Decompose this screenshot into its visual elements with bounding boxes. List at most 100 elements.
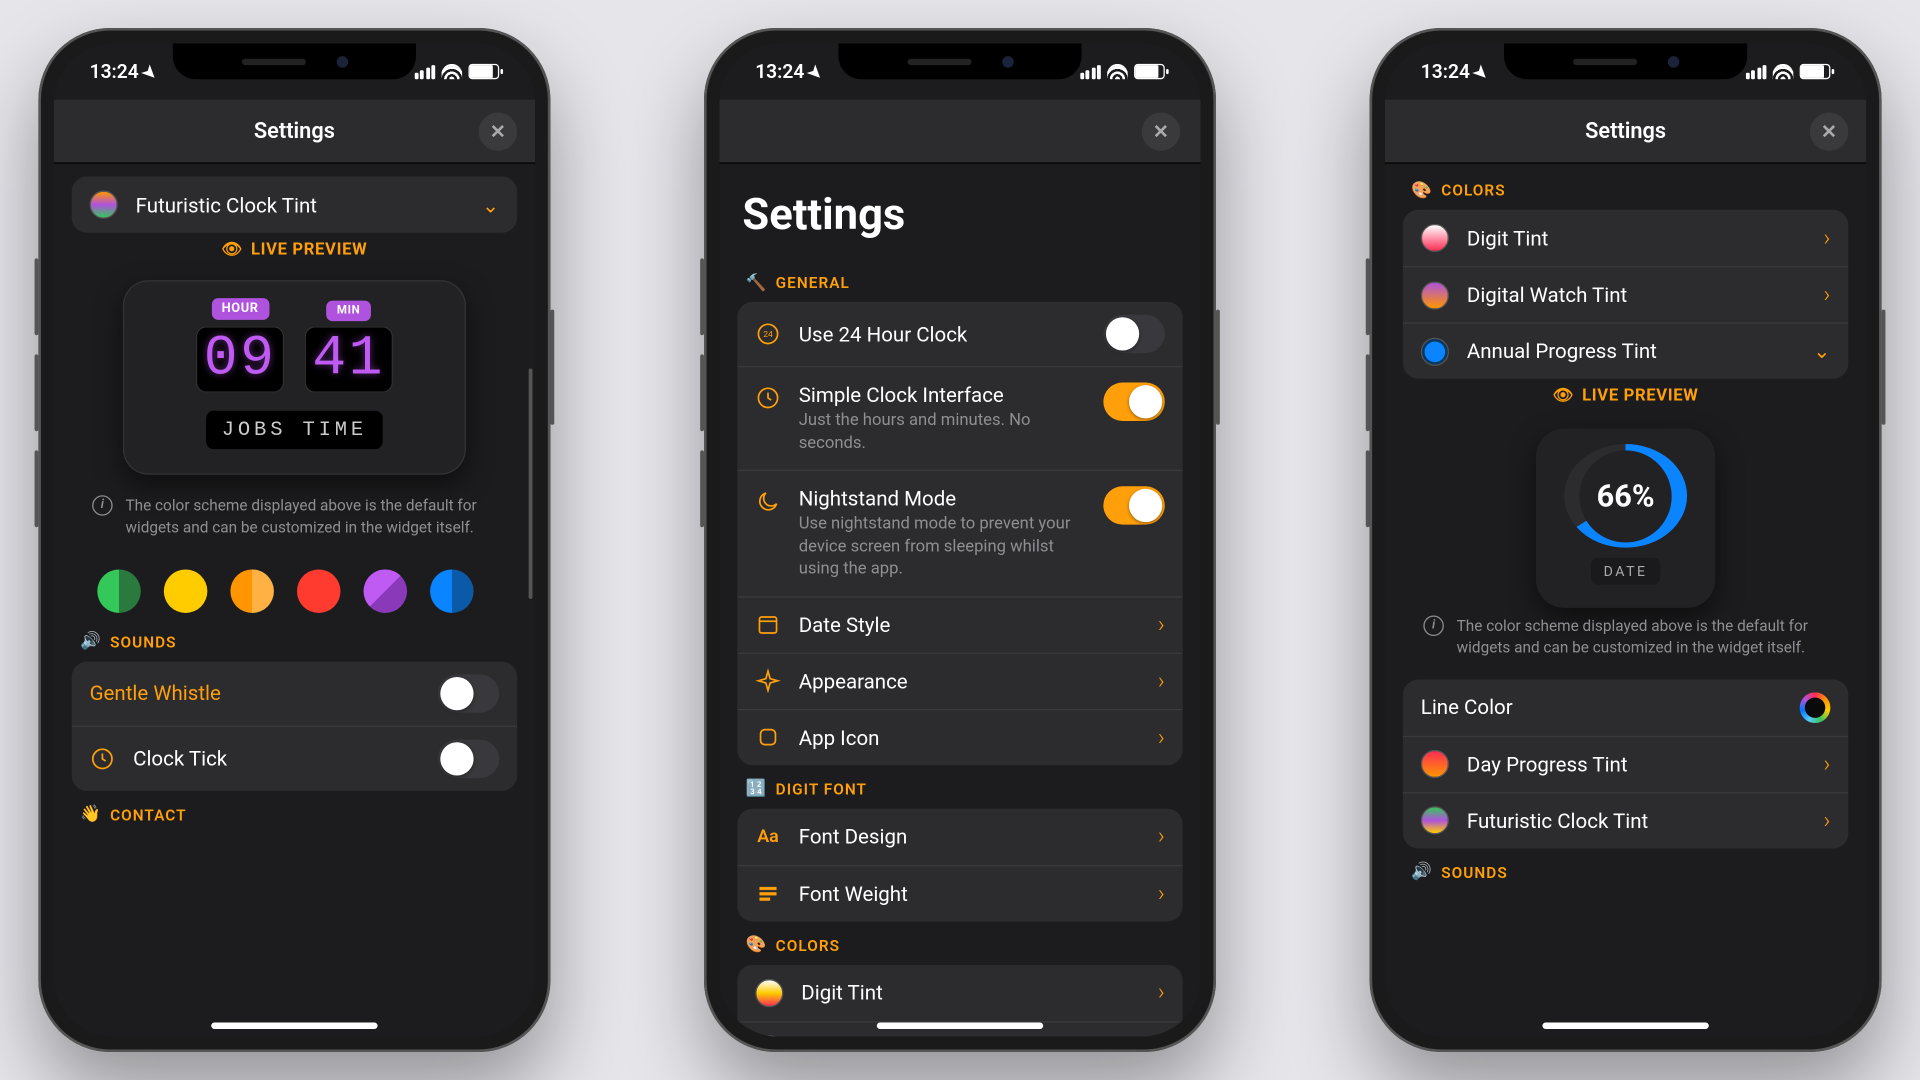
page-title: Settings xyxy=(1585,118,1666,144)
futuristic-swatch-icon xyxy=(1421,806,1449,834)
cellular-icon xyxy=(414,64,435,78)
eye-icon: 👁 xyxy=(222,240,244,259)
location-icon: ➤ xyxy=(1469,62,1492,85)
row-digit-tint[interactable]: Digit Tint › xyxy=(737,965,1182,1021)
font-design-icon: Aa xyxy=(755,824,781,850)
row-use-24-hour[interactable]: 24 Use 24 Hour Clock xyxy=(737,302,1182,366)
moon-icon xyxy=(755,489,781,515)
chevron-right-icon: › xyxy=(1158,880,1165,907)
row-appearance-label: Appearance xyxy=(799,669,1140,693)
progress-ring: 66% xyxy=(1564,444,1687,548)
home-indicator[interactable] xyxy=(211,1023,377,1029)
row-font-weight-label: Font Weight xyxy=(799,881,1140,905)
row-digit-tint[interactable]: Digit Tint › xyxy=(1403,210,1848,266)
row-app-icon-label: App Icon xyxy=(799,725,1140,749)
wifi-icon xyxy=(1773,64,1793,79)
row-nightstand[interactable]: Nightstand Mode Use nightstand mode to p… xyxy=(737,470,1182,596)
live-preview-label: 👁 LIVE PREVIEW xyxy=(72,233,517,270)
row-digital-watch-tint[interactable]: Digital Watch Tint › xyxy=(1403,266,1848,322)
toggle-clock-tick[interactable] xyxy=(438,739,499,777)
clock-preview-card: HOUR 09 MIN 41 JOBS TIME xyxy=(123,280,466,475)
progress-preview-card: 66% DATE xyxy=(1536,429,1715,608)
tint-swatch-icon xyxy=(90,191,118,219)
calendar-icon xyxy=(755,612,781,638)
row-nightstand-label: Nightstand Mode xyxy=(799,486,1086,510)
digital-watch-tint-swatch-icon xyxy=(1421,281,1449,309)
hour-badge: HOUR xyxy=(211,298,269,320)
row-app-icon[interactable]: App Icon › xyxy=(737,709,1182,765)
toggle-24-hour[interactable] xyxy=(1103,315,1164,353)
close-button[interactable]: ✕ xyxy=(479,112,517,150)
section-header-colors: 🎨 COLORS xyxy=(1403,176,1848,209)
cellular-icon xyxy=(1080,64,1101,78)
section-header-contact: 👋 CONTACT xyxy=(72,790,517,834)
font-weight-icon xyxy=(755,881,781,907)
chevron-right-icon: › xyxy=(1824,807,1831,834)
color-swatch[interactable] xyxy=(364,569,408,613)
clock-icon xyxy=(90,746,116,772)
close-button[interactable]: ✕ xyxy=(1142,112,1180,150)
palette-icon: 🎨 xyxy=(748,936,766,954)
row-date-style-label: Date Style xyxy=(799,613,1140,637)
color-swatch[interactable] xyxy=(430,569,474,613)
section-header-sounds: 🔊 SOUNDS xyxy=(72,618,517,662)
cellular-icon xyxy=(1745,64,1766,78)
appearance-icon xyxy=(755,668,781,694)
row-annual-progress-tint[interactable]: Annual Progress Tint ⌄ xyxy=(1403,322,1848,378)
24h-icon: 24 xyxy=(755,321,781,347)
scrollbar[interactable] xyxy=(529,368,533,598)
toggle-nightstand[interactable] xyxy=(1103,486,1164,524)
sound-clock-tick-row[interactable]: Clock Tick xyxy=(72,725,517,790)
row-line-color-label: Line Color xyxy=(1421,695,1782,719)
section-header-digit-font: 🔢 DIGIT FONT xyxy=(737,765,1182,809)
info-note: i The color scheme displayed above is th… xyxy=(72,488,517,551)
sound-gentle-whistle-row[interactable]: Gentle Whistle xyxy=(72,661,517,725)
color-swatch[interactable] xyxy=(164,569,208,613)
row-font-design[interactable]: Aa Font Design › xyxy=(737,808,1182,864)
clock-icon xyxy=(755,385,781,411)
close-button[interactable]: ✕ xyxy=(1810,112,1848,150)
annual-progress-swatch-icon xyxy=(1421,337,1449,365)
day-progress-swatch-icon xyxy=(1421,750,1449,778)
info-icon: i xyxy=(1423,616,1443,636)
home-indicator[interactable] xyxy=(877,1023,1043,1029)
row-day-progress-tint[interactable]: Day Progress Tint › xyxy=(1403,735,1848,791)
wifi-icon xyxy=(1107,64,1127,79)
color-swatch[interactable] xyxy=(230,569,274,613)
sound-clock-tick-label: Clock Tick xyxy=(133,746,420,770)
chevron-right-icon: › xyxy=(1158,668,1165,695)
minute-display: 41 xyxy=(305,326,393,393)
row-line-color[interactable]: Line Color xyxy=(1403,679,1848,735)
row-use-24-hour-label: Use 24 Hour Clock xyxy=(799,322,1086,346)
digit-font-icon: 🔢 xyxy=(748,780,766,798)
toggle-simple-clock[interactable] xyxy=(1103,383,1164,421)
page-title-large: Settings xyxy=(737,176,1182,258)
battery-icon xyxy=(468,64,499,79)
section-header-general: 🔨 GENERAL xyxy=(737,258,1182,302)
home-indicator[interactable] xyxy=(1542,1023,1708,1029)
min-badge: MIN xyxy=(327,301,371,321)
row-font-weight[interactable]: Font Weight › xyxy=(737,865,1182,921)
live-preview-label: 👁 LIVE PREVIEW xyxy=(1403,379,1848,416)
swatch-row xyxy=(72,551,517,618)
sound-gentle-whistle-label: Gentle Whistle xyxy=(90,681,420,705)
app-icon-icon xyxy=(755,725,781,751)
color-swatch[interactable] xyxy=(297,569,341,613)
row-simple-clock-sub: Just the hours and minutes. No seconds. xyxy=(799,409,1086,454)
tint-selector-row[interactable]: Futuristic Clock Tint ⌄ xyxy=(72,176,517,232)
row-simple-clock[interactable]: Simple Clock Interface Just the hours an… xyxy=(737,366,1182,470)
row-date-style[interactable]: Date Style › xyxy=(737,596,1182,652)
jobs-time-label: JOBS TIME xyxy=(206,411,382,449)
color-picker-icon[interactable] xyxy=(1800,692,1831,723)
color-swatch[interactable] xyxy=(97,569,141,613)
tint-selector-label: Futuristic Clock Tint xyxy=(136,192,464,216)
hand-icon: 👋 xyxy=(82,806,100,824)
row-appearance[interactable]: Appearance › xyxy=(737,652,1182,708)
digital-watch-tint-swatch-icon xyxy=(755,1036,783,1037)
row-digit-tint-label: Digit Tint xyxy=(801,981,1140,1005)
battery-icon xyxy=(1800,64,1831,79)
toggle-gentle-whistle[interactable] xyxy=(438,674,499,712)
phone-mockup-2: 13:24➤ ✕ Settings 🔨 GENERAL 24 Use xyxy=(704,28,1216,1052)
row-futuristic-clock-tint[interactable]: Futuristic Clock Tint › xyxy=(1403,792,1848,848)
svg-text:24: 24 xyxy=(763,330,773,340)
